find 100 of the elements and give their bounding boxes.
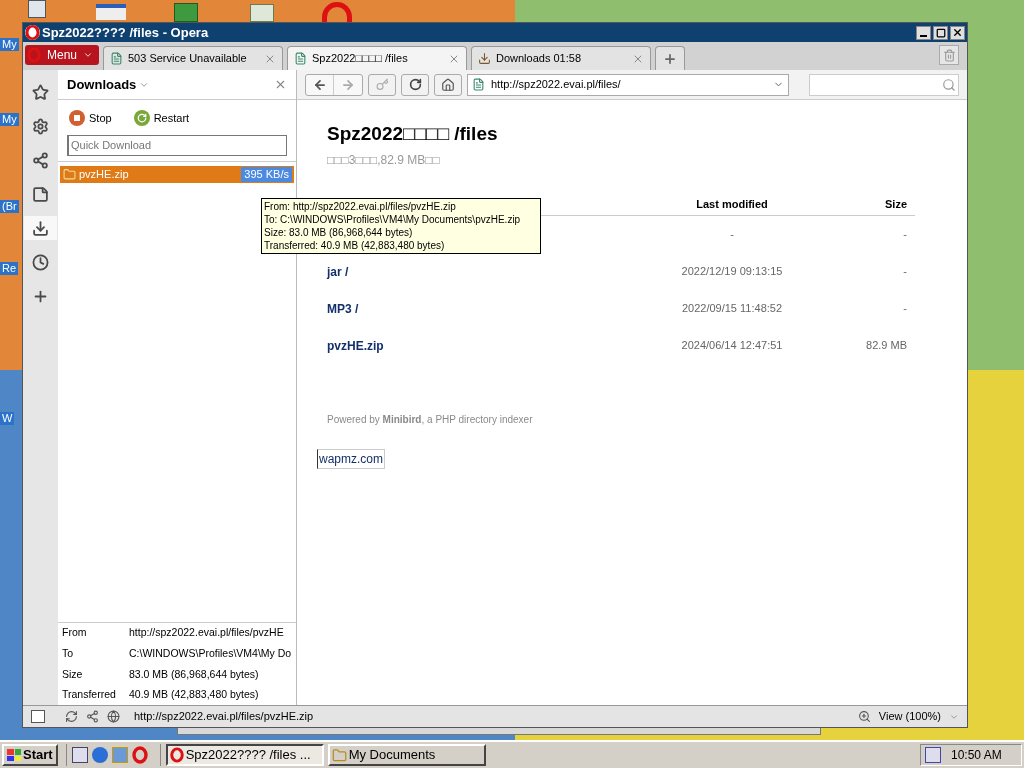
scheduler-icon[interactable] (925, 747, 941, 763)
settings-icon (32, 117, 49, 135)
window-title: Spz2022???? /files - Opera (42, 26, 209, 39)
minimize-icon (920, 34, 927, 37)
modified-date: - (729, 227, 735, 243)
panel-toggle-icon[interactable] (31, 710, 45, 723)
taskbar-button[interactable]: My Documents (327, 744, 486, 766)
column-header[interactable]: Size (807, 196, 907, 213)
modified-date: 2024/06/14 12:47:51 (680, 338, 784, 354)
detail-label: Size (62, 666, 84, 682)
status-url: http://spz2022.evai.pl/files/pvzHE.zip (134, 709, 314, 725)
quick-download-field[interactable]: Quick Download (67, 134, 287, 156)
taskbar-button[interactable]: Spz2022???? /files ... (165, 744, 324, 766)
search-icon (942, 77, 956, 92)
tooltip-line: Transferred: 40.9 MB (42,883,480 bytes) (264, 239, 446, 252)
desktop-icon[interactable] (250, 4, 274, 22)
footer-text: Powered by Minibird, a PHP directory indexer (327, 413, 534, 427)
page-summary: □□□3□□□,82.9 MB□□ (327, 152, 441, 169)
desktop-icon-label[interactable]: (Br (0, 200, 19, 213)
desktop-icon-label[interactable]: W (0, 412, 15, 425)
opera-logo-icon (169, 747, 184, 763)
zoom-icon (857, 710, 871, 723)
folder-icon (331, 747, 347, 763)
reload-icon (408, 78, 422, 91)
forward-icon (341, 77, 355, 92)
address-field[interactable]: http://spz2022.evai.pl/files/ (467, 73, 789, 96)
panel-icon (32, 151, 49, 169)
browser-tab[interactable]: Downloads 01:58 (471, 46, 651, 70)
panel-icon (32, 185, 49, 203)
download-speed: 395 KB/s (241, 166, 292, 182)
close-icon (952, 27, 963, 38)
file-size: - (902, 301, 907, 317)
opera-logo-icon (25, 25, 40, 40)
site-link[interactable]: wapmz.com (317, 449, 385, 469)
maximize-button[interactable] (933, 25, 948, 40)
reload-button[interactable] (401, 73, 429, 96)
page-icon (110, 52, 123, 65)
browser-tab[interactable]: Spz2022□□□□ /files (287, 46, 467, 70)
detail-value: C:\WINDOWS\Profiles\VM4\My Do (129, 645, 292, 661)
desktop-icon-label[interactable]: My (0, 113, 19, 126)
panel-icon (32, 253, 49, 271)
detail-value: 83.0 MB (86,968,644 bytes) (129, 666, 260, 682)
trash-icon (942, 48, 956, 62)
opera-logo-icon (27, 46, 41, 63)
page-icon (472, 78, 485, 91)
panel-icon (32, 83, 49, 101)
file-link[interactable]: MP3 / (327, 299, 657, 318)
tab-label: 503 Service Unavailable (128, 51, 248, 67)
tooltip-line: Size: 83.0 MB (86,968,644 bytes) (264, 226, 414, 239)
close-button[interactable] (950, 25, 965, 40)
panel-icon (32, 219, 49, 237)
tooltip-line: From: http://spz2022.evai.pl/files/pvzHE.zip (264, 200, 457, 213)
desktop-icon[interactable] (28, 0, 46, 18)
home-icon (441, 77, 455, 92)
file-size: - (902, 264, 907, 280)
download-icon (478, 52, 491, 65)
restart-button[interactable]: Restart (133, 110, 190, 127)
stop-button[interactable]: Stop (69, 110, 112, 127)
sync-icon[interactable] (65, 710, 78, 723)
minimize-button[interactable] (916, 25, 931, 40)
file-link[interactable]: jar / (327, 262, 657, 281)
page-heading: Spz2022□□□□ /files (327, 122, 499, 146)
share-icon[interactable] (86, 710, 99, 723)
opera-logo-icon (131, 746, 148, 764)
file-size: 82.9 MB (865, 338, 907, 354)
search-field[interactable] (809, 73, 959, 96)
start-button[interactable]: Start (2, 744, 58, 766)
windows-logo-icon (7, 749, 21, 761)
close-panel-icon[interactable] (274, 78, 287, 91)
detail-value: 40.9 MB (42,883,480 bytes) (129, 687, 260, 703)
refresh-icon (133, 110, 150, 127)
panel-title[interactable]: Downloads (67, 74, 137, 95)
desktop-icon-label[interactable]: My (0, 38, 19, 51)
quick-launch-icon[interactable] (91, 747, 108, 763)
detail-label: To (62, 645, 75, 661)
menu-button[interactable]: Menu (25, 44, 99, 65)
detail-label: Transferred (62, 687, 117, 703)
side-panel-button[interactable] (24, 216, 57, 240)
tab-label: Downloads 01:58 (496, 51, 582, 67)
clock: 10:50 AM (951, 747, 1002, 764)
zoom-control[interactable]: View (100%) (878, 708, 941, 725)
plus-icon (663, 51, 677, 66)
column-header[interactable]: Last modified (657, 196, 807, 213)
modified-date: 2022/12/19 09:13:15 (680, 264, 784, 280)
browser-tab[interactable]: 503 Service Unavailable (103, 46, 283, 70)
modified-date: 2022/09/15 11:48:52 (680, 301, 784, 317)
home-button[interactable] (434, 73, 462, 96)
key-icon (375, 78, 389, 91)
file-link[interactable]: pvzHE.zip (327, 336, 657, 355)
detail-label: From (62, 625, 88, 640)
tooltip-line: To: C:\WINDOWS\Profiles\VM4\My Documents\pvzHE.zip (264, 213, 522, 226)
new-tab-button[interactable] (655, 46, 685, 70)
stop-icon (69, 110, 85, 127)
globe-icon[interactable] (107, 710, 120, 723)
quick-launch-icon[interactable] (71, 747, 88, 763)
file-name: pvzHE.zip (79, 166, 130, 182)
desktop-icon[interactable] (96, 4, 126, 20)
file-size: - (902, 227, 907, 243)
address-text: http://spz2022.evai.pl/files/ (491, 77, 622, 93)
desktop-icon-label[interactable]: Re (0, 262, 19, 275)
